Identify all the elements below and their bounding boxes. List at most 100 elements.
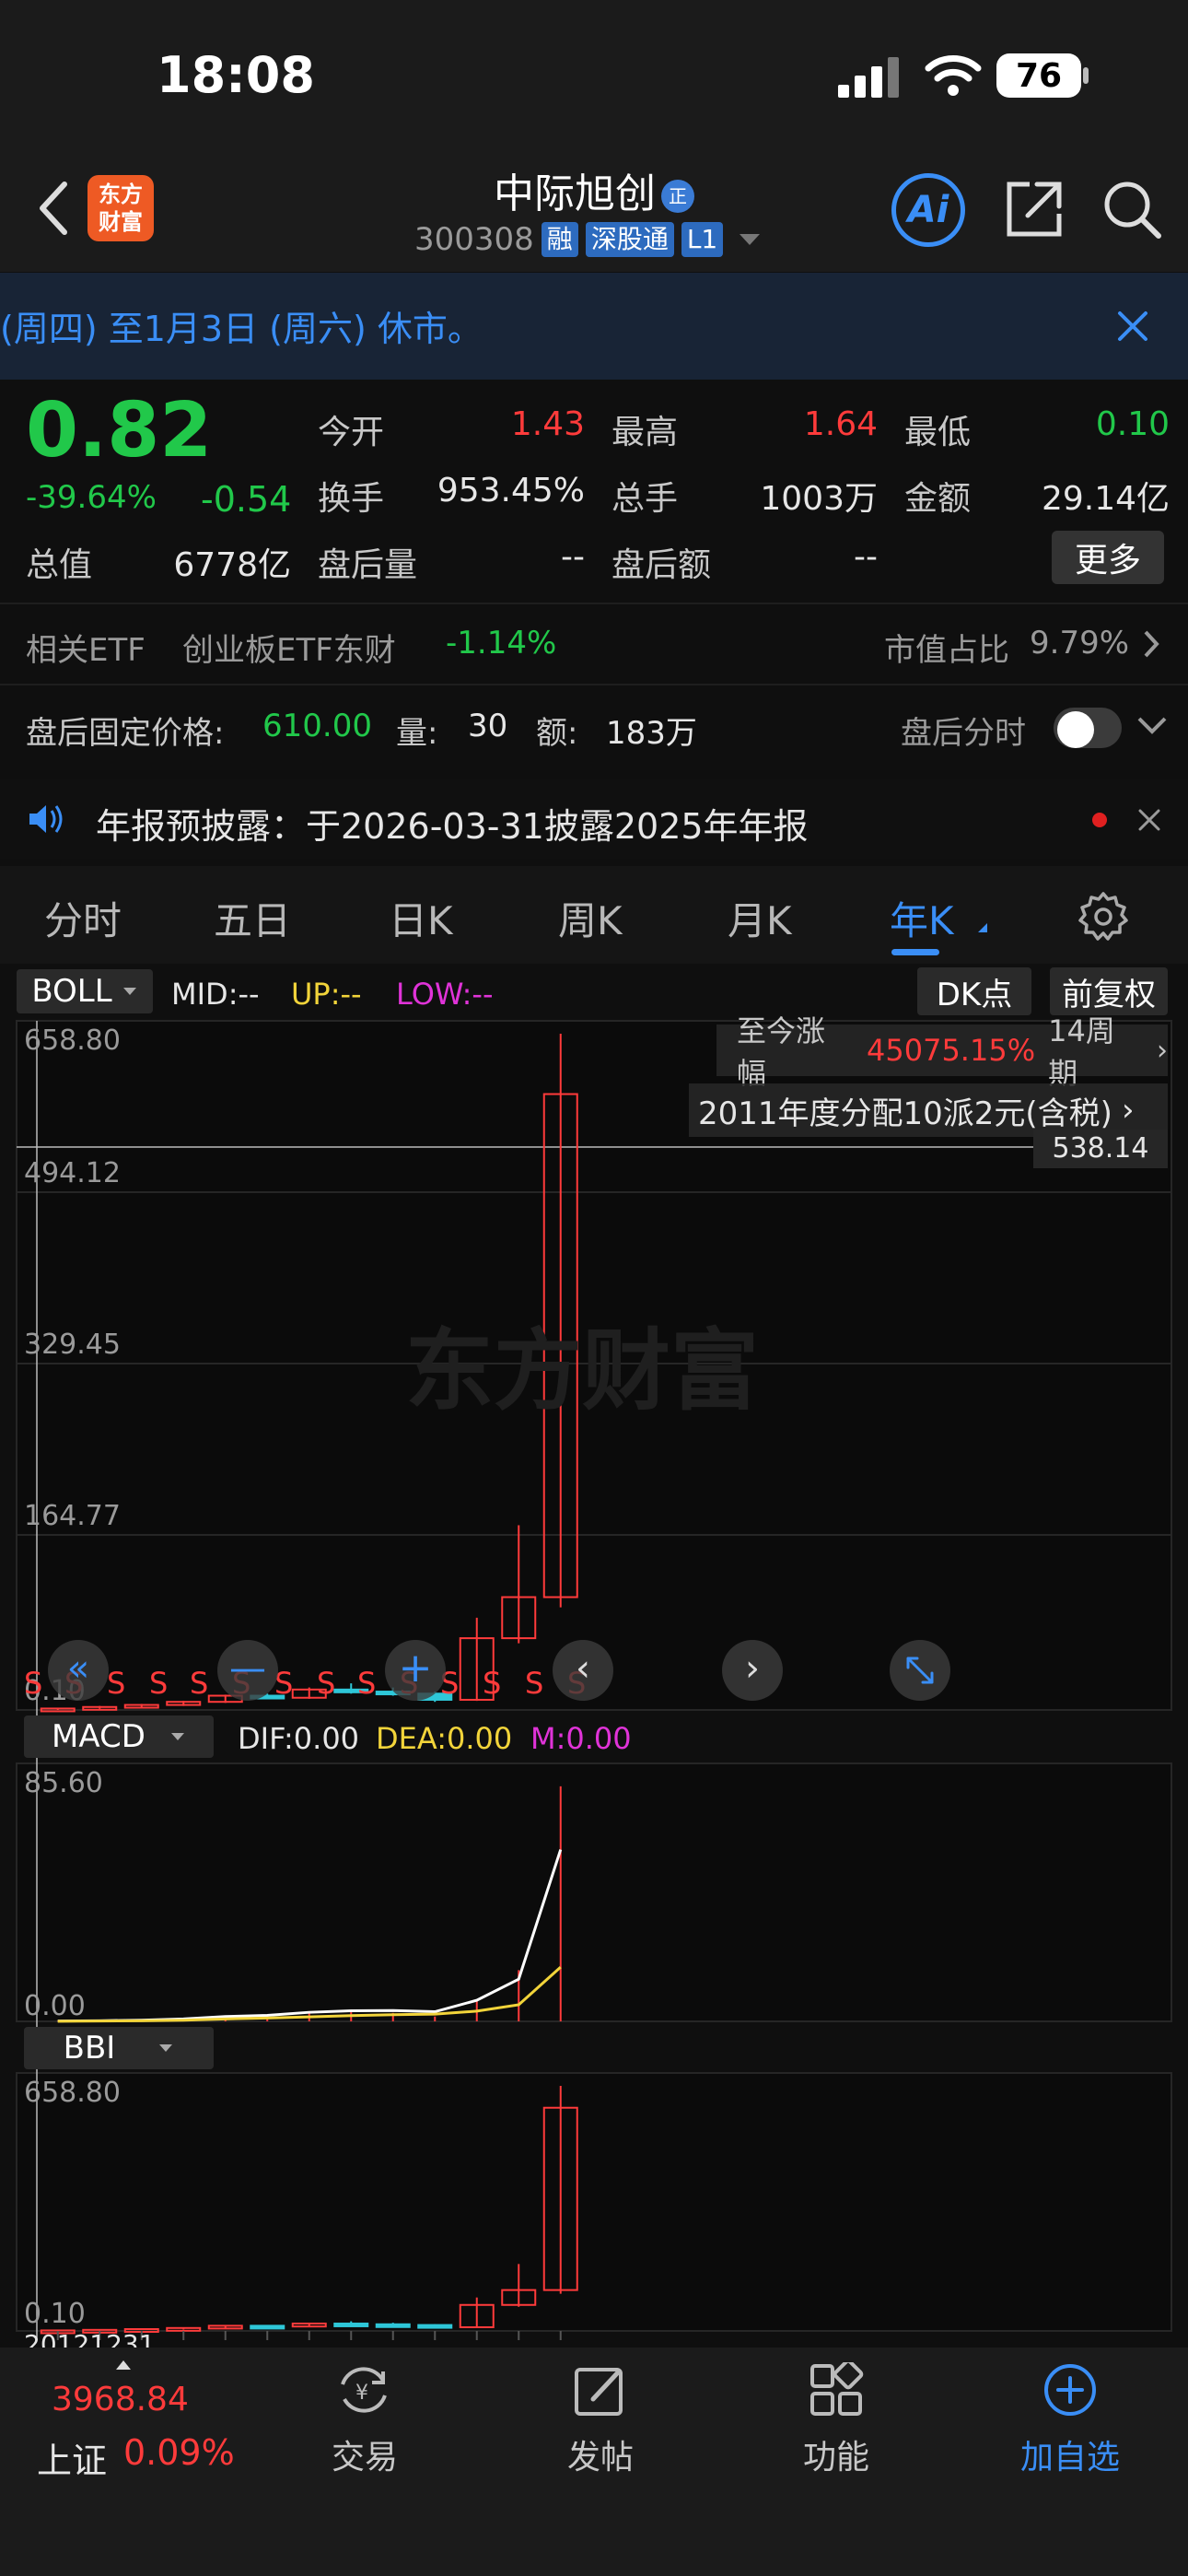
dropdown-triangle-icon — [122, 988, 136, 995]
cellular-signal-icon — [838, 57, 899, 98]
nav-trade-label: 交易 — [331, 2439, 398, 2476]
zoom-out-button[interactable]: — — [217, 1640, 278, 1701]
bbi-y-max: 658.80 — [24, 2077, 121, 2109]
dk-point-button[interactable]: DK点 — [917, 967, 1031, 1015]
last-price: 0.82 — [26, 387, 213, 474]
macd-dea: DEA:0.00 — [376, 1721, 513, 1756]
bbi-indicator-select[interactable]: BBI — [24, 2027, 214, 2069]
scroll-right-button[interactable]: › — [722, 1640, 783, 1701]
macd-dif: DIF:0.00 — [238, 1721, 360, 1756]
chevron-right-icon — [1144, 630, 1159, 658]
bbi-candle-body — [333, 2322, 369, 2327]
fullscreen-icon[interactable] — [890, 1640, 950, 1701]
gear-icon[interactable] — [1077, 890, 1129, 942]
after-amt-value: 183万 — [606, 715, 697, 752]
nav-post[interactable]: 发帖 — [508, 2360, 693, 2480]
dropdown-triangle-icon — [170, 1733, 184, 1740]
after-volume-label: 盘后量 — [318, 546, 418, 584]
open-label: 今开 — [318, 414, 385, 451]
related-etf-row[interactable]: 相关ETF 创业板ETF东财 -1.14% 市值占比 9.79% — [0, 606, 1188, 684]
scroll-left-button[interactable]: ‹ — [553, 1640, 613, 1701]
macd-indicator-select[interactable]: MACD — [24, 1715, 214, 1758]
s-marker: S — [483, 1666, 502, 1701]
after-vol-value: 30 — [468, 708, 508, 744]
nav-add-watchlist-label: 加自选 — [1019, 2439, 1120, 2476]
turnover-label: 换手 — [318, 480, 385, 518]
unread-dot — [1092, 813, 1107, 827]
s-marker: S — [107, 1666, 126, 1701]
gain-since-popup[interactable]: 至今涨幅 45075.15% 14周期 › — [716, 1013, 1168, 1091]
after-hours-row: 盘后固定价格: 610.00 量: 30 额: 183万 盘后分时 — [0, 687, 1188, 765]
zoom-in-button[interactable]: + — [385, 1640, 446, 1701]
dropdown-triangle-icon — [159, 2044, 173, 2052]
change-percent: -39.64% — [26, 479, 157, 516]
low-label: 最低 — [904, 414, 972, 451]
wifi-icon — [925, 55, 982, 96]
more-button[interactable]: 更多 — [1052, 531, 1164, 584]
after-volume-value: -- — [561, 538, 585, 576]
level-tag: L1 — [681, 222, 724, 257]
tab-five-day[interactable]: 五日 — [214, 890, 291, 946]
trade-icon: ¥ — [341, 2367, 387, 2413]
status-time: 18:08 — [157, 46, 315, 104]
tab-intraday[interactable]: 分时 — [44, 890, 122, 946]
market-cap-value: 6778亿 — [173, 546, 291, 584]
search-icon[interactable] — [1101, 179, 1162, 240]
s-marker-row: S S S S S S S S S S S S S S — [24, 1666, 595, 1703]
dk-label: DK点 — [936, 976, 1013, 1013]
after-amt-label: 额: — [536, 715, 578, 752]
chart-panel-frame — [16, 2072, 1172, 2332]
stock-code-row[interactable]: 300308 融 深股通 L1 — [414, 221, 763, 258]
margin-tag: 融 — [541, 222, 578, 257]
after-price-value: 610.00 — [262, 708, 372, 744]
divider — [0, 684, 1188, 685]
gain-value: 45075.15% — [867, 1033, 1036, 1068]
tab-yearly-k[interactable]: 年K — [890, 890, 954, 946]
nav-functions[interactable]: 功能 — [744, 2360, 928, 2480]
etf-name: 创业板ETF东财 — [182, 632, 396, 669]
ai-assistant-button[interactable]: Ai — [891, 173, 965, 247]
x-date-label: 20121231 — [24, 2329, 156, 2348]
tab-monthly-k[interactable]: 月K — [728, 890, 792, 946]
announcement-text: 年报预披露：于2026-03-31披露2025年年报 — [96, 806, 809, 847]
toggle-knob — [1057, 711, 1094, 748]
high-value: 1.64 — [803, 405, 878, 443]
bbi-candle-body — [375, 2323, 411, 2328]
change-amount: -0.54 — [201, 479, 292, 520]
close-icon[interactable] — [1136, 807, 1162, 833]
expand-up-icon[interactable] — [114, 2359, 133, 2371]
y-label-max: 658.80 — [24, 1025, 121, 1057]
bbi-candle-body — [417, 2324, 453, 2329]
index-value: 3968.84 — [52, 2381, 189, 2418]
boll-mid: MID:-- — [171, 977, 260, 1012]
close-icon[interactable] — [1114, 308, 1151, 345]
compose-icon — [575, 2368, 623, 2416]
chevron-right-icon: › — [1157, 1034, 1168, 1067]
dropdown-triangle-icon — [740, 234, 761, 245]
tab-dropdown-icon — [978, 923, 987, 932]
main-indicator-select[interactable]: BOLL — [17, 969, 153, 1013]
battery-indicator: 76 — [996, 53, 1081, 98]
crosshair-value-label: 538.14 — [1033, 1130, 1168, 1168]
tab-weekly-k[interactable]: 周K — [558, 890, 623, 946]
scroll-to-start-button[interactable]: « — [48, 1640, 109, 1701]
bbi-indicator-name: BBI — [63, 2030, 116, 2067]
index-change: 0.09% — [123, 2432, 235, 2473]
banner-text: (周四) 至1月3日 (周六) 休市。 — [0, 309, 483, 349]
market-cap-label: 总值 — [26, 546, 93, 584]
volume-label: 总手 — [611, 480, 679, 518]
nav-add-watchlist[interactable]: 加自选 — [978, 2360, 1162, 2480]
after-amount-value: -- — [854, 538, 878, 576]
after-minute-label: 盘后分时 — [901, 715, 1026, 752]
speaker-icon — [29, 805, 63, 833]
tab-daily-k[interactable]: 日K — [389, 890, 453, 946]
volume-value: 1003万 — [760, 480, 878, 518]
index-name: 上证 — [37, 2441, 108, 2481]
nav-trade[interactable]: ¥ 交易 — [273, 2360, 457, 2480]
macd-y-max: 85.60 — [24, 1767, 103, 1799]
open-value: 1.43 — [510, 405, 585, 443]
gain-label: 至今涨幅 — [737, 1013, 826, 1091]
chevron-down-icon[interactable] — [1136, 715, 1168, 735]
bbi-y-min: 0.10 — [24, 2298, 86, 2330]
share-icon[interactable] — [1004, 179, 1065, 240]
